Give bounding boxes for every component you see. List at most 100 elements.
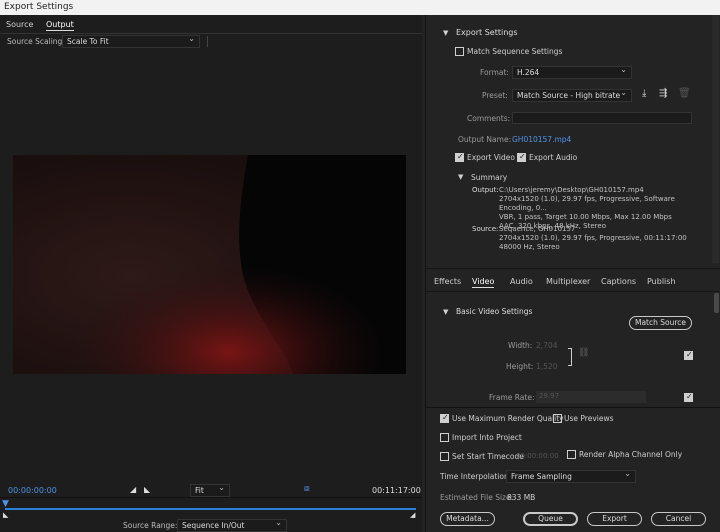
tab-multiplexer[interactable]: Multiplexer: [546, 277, 590, 286]
import-into-project-checkbox[interactable]: [440, 433, 449, 442]
queue-button[interactable]: Queue: [523, 512, 578, 526]
format-value: H.264: [517, 68, 540, 77]
height-value[interactable]: 1,520: [536, 362, 557, 371]
summary-source-line: 48000 Hz, Stereo: [499, 243, 560, 251]
out-point-handle-icon[interactable]: ◢: [410, 511, 415, 519]
source-scaling-dropdown[interactable]: Scale To Fit: [62, 34, 200, 48]
source-range-value: Sequence In/Out: [182, 521, 245, 530]
use-previews-checkbox[interactable]: [553, 414, 562, 423]
time-interpolation-value: Frame Sampling: [511, 472, 572, 481]
tab-output[interactable]: Output: [46, 20, 74, 31]
frame-rate-match-checkbox[interactable]: [684, 392, 693, 402]
output-name-label: Output Name:: [458, 135, 512, 144]
estimated-file-size-label: Estimated File Size:: [440, 493, 514, 502]
start-timecode-input[interactable]: 00:00:00:00: [516, 452, 559, 460]
max-render-quality-label: Use Maximum Render Quality: [452, 414, 564, 423]
match-sequence-label: Match Sequence Settings: [467, 47, 563, 56]
metadata-button[interactable]: Metadata...: [440, 512, 495, 526]
basic-video-heading: Basic Video Settings: [456, 307, 533, 316]
end-timecode: 00:11:17:00: [372, 486, 421, 495]
import-into-project-label: Import Into Project: [452, 433, 522, 442]
use-previews-label: Use Previews: [564, 414, 614, 423]
cancel-button-label: Cancel: [665, 514, 692, 523]
save-preset-icon[interactable]: ⤓: [642, 88, 646, 99]
chain-link-icon[interactable]: ⛓: [578, 348, 589, 358]
source-scaling-label: Source Scaling:: [7, 37, 65, 46]
set-start-timecode-checkbox[interactable]: [440, 452, 449, 461]
mark-in-icon[interactable]: ◢: [130, 485, 136, 494]
summary-source-line: 2704x1520 (1.0), 29.97 fps, Progressive,…: [499, 234, 687, 242]
divider: [426, 291, 720, 292]
summary-source-details: Sequence, GH010157 2704x1520 (1.0), 29.9…: [499, 225, 699, 252]
link-bracket: [568, 348, 572, 366]
timeline-bar[interactable]: [5, 508, 416, 510]
divider: [0, 33, 422, 34]
set-start-timecode-label: Set Start Timecode: [452, 452, 524, 461]
mark-out-icon[interactable]: ◣: [144, 485, 150, 494]
divider: [207, 36, 208, 47]
zoom-fit-value: Fit: [195, 486, 204, 495]
export-button[interactable]: Export: [587, 512, 642, 526]
match-source-button[interactable]: Match Source: [629, 316, 692, 330]
playhead-icon[interactable]: ▼: [2, 499, 9, 509]
cancel-button[interactable]: Cancel: [651, 512, 706, 526]
export-audio-checkbox[interactable]: [517, 152, 526, 162]
export-options-panel: Use Maximum Render Quality Use Previews …: [425, 407, 720, 532]
tab-audio[interactable]: Audio: [510, 277, 533, 286]
export-settings-heading: Export Settings: [456, 28, 518, 37]
summary-output-label: Output:: [472, 186, 499, 194]
window-title-bar: Export Settings: [0, 0, 720, 15]
window-title: Export Settings: [4, 2, 74, 12]
summary-source-line: Sequence, GH010157: [499, 225, 576, 233]
export-button-label: Export: [602, 514, 627, 523]
collapse-summary-icon[interactable]: ▼: [458, 173, 463, 181]
preset-value: Match Source - High bitrate: [517, 91, 621, 100]
comments-label: Comments:: [467, 114, 511, 123]
max-render-quality-checkbox[interactable]: [440, 413, 449, 423]
tab-video[interactable]: Video: [472, 277, 495, 288]
preset-dropdown[interactable]: Match Source - High bitrate: [512, 88, 632, 102]
tab-captions[interactable]: Captions: [601, 277, 636, 286]
video-settings-scrollbar[interactable]: [714, 293, 719, 313]
output-name-link[interactable]: GH010157.mp4: [512, 135, 571, 144]
export-video-checkbox[interactable]: [455, 152, 464, 162]
frame-rate-value: 29.97: [539, 392, 560, 400]
aspect-toggle-icon[interactable]: ⧈: [304, 484, 310, 494]
collapse-basic-video-icon[interactable]: ▼: [443, 308, 448, 316]
width-height-match-checkbox[interactable]: [684, 350, 693, 360]
tab-publish[interactable]: Publish: [647, 277, 676, 286]
comments-input[interactable]: [512, 112, 692, 124]
video-preview: [13, 155, 406, 374]
tab-effects[interactable]: Effects: [434, 277, 461, 286]
divider: [426, 268, 720, 269]
tab-source[interactable]: Source: [6, 20, 33, 29]
time-interpolation-dropdown[interactable]: Frame Sampling: [506, 469, 636, 483]
match-sequence-checkbox[interactable]: [455, 47, 464, 56]
match-source-label: Match Source: [634, 318, 687, 327]
source-range-label: Source Range:: [123, 521, 178, 530]
source-range-dropdown[interactable]: Sequence In/Out: [177, 518, 287, 532]
divider: [0, 497, 422, 498]
estimated-file-size-value: 833 MB: [507, 493, 536, 502]
format-dropdown[interactable]: H.264: [512, 65, 632, 79]
zoom-fit-dropdown[interactable]: Fit: [190, 483, 230, 497]
in-point-handle-icon[interactable]: ◣: [3, 511, 8, 519]
queue-button-label: Queue: [538, 514, 563, 523]
summary-output-line: C:\Users\jeremy\Desktop\GH010157.mp4: [499, 186, 644, 194]
current-timecode[interactable]: 00:00:00:00: [8, 486, 57, 495]
collapse-export-settings-icon[interactable]: ▼: [443, 29, 448, 37]
width-label: Width:: [508, 341, 533, 350]
width-value[interactable]: 2,704: [536, 341, 557, 350]
frame-rate-dropdown[interactable]: 29.97: [536, 391, 646, 403]
render-alpha-checkbox[interactable]: [567, 450, 576, 459]
summary-source-label: Source:: [472, 225, 499, 233]
video-frame-image: [13, 155, 406, 374]
render-alpha-label: Render Alpha Channel Only: [579, 450, 683, 459]
source-scaling-value: Scale To Fit: [67, 37, 109, 46]
import-preset-icon[interactable]: ⇶: [659, 88, 667, 99]
delete-preset-icon[interactable]: 🗑: [678, 88, 691, 99]
format-label: Format:: [480, 68, 509, 77]
summary-heading: Summary: [471, 173, 508, 182]
export-settings-scrollbar[interactable]: [712, 15, 719, 263]
metadata-button-label: Metadata...: [446, 514, 489, 523]
